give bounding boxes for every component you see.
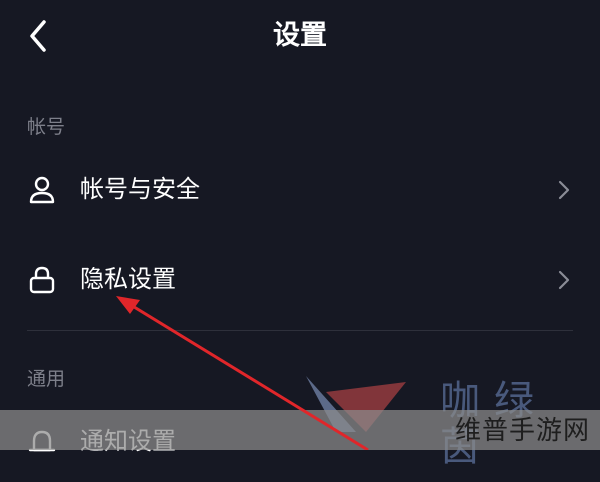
- user-icon: [29, 176, 55, 204]
- header-bar: 设置: [0, 0, 600, 72]
- chevron-right-icon: [558, 180, 570, 200]
- menu-item-account-security[interactable]: 帐号与安全: [0, 150, 600, 230]
- menu-item-label: 帐号与安全: [80, 175, 200, 203]
- section-divider: [27, 330, 573, 331]
- menu-item-privacy-settings[interactable]: 隐私设置: [0, 240, 600, 320]
- page-title: 设置: [273, 20, 327, 51]
- watermark-site-text: 维普手游网: [454, 416, 590, 446]
- lock-icon: [29, 266, 55, 294]
- section-label-general: 通用: [27, 368, 66, 390]
- chevron-right-icon: [558, 270, 570, 290]
- section-label-account: 帐号: [27, 116, 66, 138]
- menu-item-label: 隐私设置: [80, 265, 176, 293]
